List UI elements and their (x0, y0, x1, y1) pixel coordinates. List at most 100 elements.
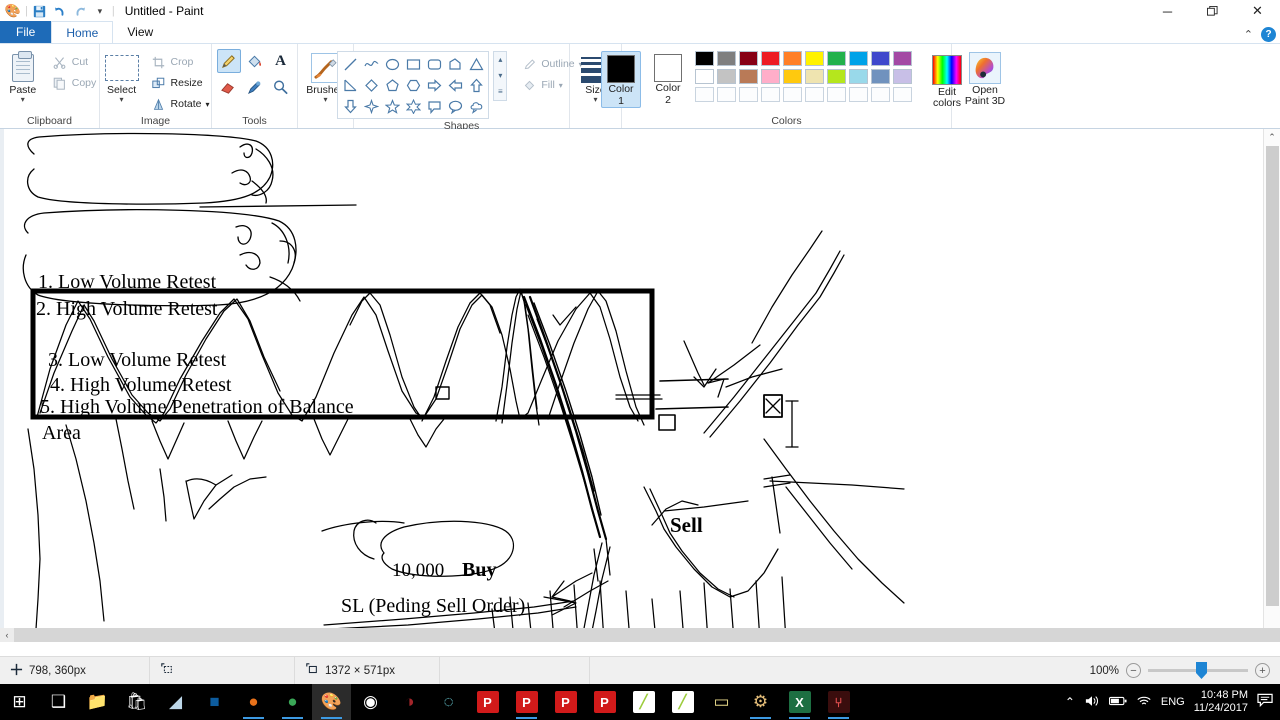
shape-down-arrow[interactable] (340, 96, 360, 116)
palette-swatch-row1-2[interactable] (739, 51, 758, 66)
pdf-reader-icon-1[interactable]: P (468, 684, 507, 720)
shape-rectangle[interactable] (403, 54, 423, 74)
shape-four-point-star[interactable] (361, 96, 381, 116)
color-palette[interactable] (695, 51, 914, 104)
color-1-button[interactable]: Color 1 (601, 51, 641, 108)
tab-file[interactable]: File (0, 21, 52, 43)
palette-swatch-row1-3[interactable] (761, 51, 780, 66)
clock[interactable]: 10:48 PM 11/24/2017 (1194, 689, 1248, 715)
palette-swatch-row2-2[interactable] (739, 69, 758, 84)
vivaldi-icon[interactable]: ◑ (390, 684, 429, 720)
opera-icon[interactable]: ◉ (351, 684, 390, 720)
select-caret-icon[interactable]: ▾ (120, 96, 124, 104)
palette-swatch-row3-3[interactable] (761, 87, 780, 102)
palette-swatch-row1-8[interactable] (871, 51, 890, 66)
canvas-vertical-scrollbar[interactable]: ⌃ ⌄ (1263, 129, 1280, 642)
fill-caret-icon[interactable]: ▾ (559, 81, 563, 90)
rotate-button[interactable]: Rotate ▾ (148, 94, 213, 114)
caldi-icon[interactable]: ■ (195, 684, 234, 720)
zoom-slider-thumb[interactable] (1196, 662, 1207, 679)
palette-swatch-row3-7[interactable] (849, 87, 868, 102)
minimize-button[interactable]: ─ (1145, 0, 1190, 22)
shapes-scroll-down-icon[interactable]: ▾ (494, 68, 506, 84)
save-icon[interactable] (30, 1, 50, 21)
shape-oval[interactable] (382, 54, 402, 74)
vertical-scroll-thumb[interactable] (1266, 146, 1279, 606)
shape-rounded-rectangular-callout[interactable] (424, 96, 444, 116)
color-picker-tool[interactable] (243, 75, 267, 99)
pencil-tool[interactable] (216, 49, 241, 73)
paint-icon[interactable]: 🎨 (312, 684, 351, 720)
shape-rounded-rectangle[interactable] (424, 54, 444, 74)
close-button[interactable]: ✕ (1235, 0, 1280, 22)
shape-triangle[interactable] (466, 54, 486, 74)
maximize-button[interactable] (1190, 0, 1235, 22)
chart-app-icon-1[interactable]: ╱ (624, 684, 663, 720)
palette-swatch-row2-6[interactable] (827, 69, 846, 84)
shape-right-arrow[interactable] (424, 75, 444, 95)
redo-icon[interactable] (70, 1, 90, 21)
shape-line[interactable] (340, 54, 360, 74)
tab-view[interactable]: View (113, 21, 167, 43)
settings-gear-icon[interactable]: ⚙ (741, 684, 780, 720)
paint-app-icon[interactable]: 🎨 (3, 1, 23, 21)
palette-swatch-row3-9[interactable] (893, 87, 912, 102)
shape-oval-callout[interactable] (445, 96, 465, 116)
zoom-out-button[interactable]: − (1126, 663, 1141, 678)
show-hidden-icons-icon[interactable]: ⌃ (1065, 695, 1075, 709)
task-view-button[interactable]: ❑ (39, 684, 78, 720)
zoom-slider[interactable] (1148, 662, 1248, 679)
fill-with-color-tool[interactable] (243, 49, 267, 73)
file-explorer-icon[interactable]: 📁 (78, 684, 117, 720)
shape-left-arrow[interactable] (445, 75, 465, 95)
palette-swatch-row3-5[interactable] (805, 87, 824, 102)
palette-swatch-row1-9[interactable] (893, 51, 912, 66)
sticky-notes-icon[interactable]: ▭ (702, 684, 741, 720)
shapes-scroll-up-icon[interactable]: ▴ (494, 52, 506, 68)
palette-swatch-row1-1[interactable] (717, 51, 736, 66)
shape-hexagon[interactable] (403, 75, 423, 95)
shape-diamond[interactable] (361, 75, 381, 95)
volume-icon[interactable] (1084, 694, 1100, 711)
palette-swatch-row2-5[interactable] (805, 69, 824, 84)
paste-caret-icon[interactable]: ▾ (21, 96, 25, 104)
scroll-up-icon[interactable]: ⌃ (1264, 129, 1280, 146)
google-chrome-icon[interactable]: ● (273, 684, 312, 720)
paste-button[interactable]: Paste ▾ (0, 49, 46, 104)
text-tool[interactable]: A (269, 49, 293, 73)
cut-button[interactable]: Cut (49, 52, 100, 72)
color-2-button[interactable]: Color 2 (649, 51, 687, 106)
palette-swatch-row3-8[interactable] (871, 87, 890, 102)
shape-right-triangle[interactable] (340, 75, 360, 95)
magnifier-tool[interactable] (269, 75, 293, 99)
pdf-reader-icon-4[interactable]: P (585, 684, 624, 720)
select-button[interactable]: Select ▾ (99, 49, 145, 104)
scroll-left-icon[interactable]: ‹ (0, 628, 14, 642)
rotate-caret-icon[interactable]: ▾ (205, 100, 209, 109)
adobe-acrobat-icon[interactable]: ⑂ (819, 684, 858, 720)
shapes-scrollbar[interactable]: ▴ ▾ ≡ (493, 51, 508, 101)
undo-icon[interactable] (50, 1, 70, 21)
firefox-icon[interactable]: ● (234, 684, 273, 720)
palette-swatch-row3-2[interactable] (739, 87, 758, 102)
drawing-canvas[interactable]: 1. Low Volume Retest 2. High Volume Rete… (4, 129, 1252, 642)
shape-polygon[interactable] (445, 54, 465, 74)
collapse-ribbon-icon[interactable]: ⌃ (1244, 28, 1253, 41)
palette-swatch-row1-0[interactable] (695, 51, 714, 66)
palette-swatch-row1-5[interactable] (805, 51, 824, 66)
palette-swatch-row3-4[interactable] (783, 87, 802, 102)
crop-button[interactable]: Crop (148, 52, 213, 72)
palette-swatch-row2-1[interactable] (717, 69, 736, 84)
open-paint-3d-button[interactable]: Open Paint 3D (955, 49, 1015, 107)
palette-swatch-row2-8[interactable] (871, 69, 890, 84)
palette-swatch-row2-9[interactable] (893, 69, 912, 84)
zoom-in-button[interactable]: + (1255, 663, 1270, 678)
help-icon[interactable]: ? (1261, 27, 1276, 42)
tab-home[interactable]: Home (51, 21, 114, 43)
language-indicator[interactable]: ENG (1161, 696, 1185, 708)
eraser-tool[interactable] (217, 75, 241, 99)
shape-up-arrow[interactable] (466, 75, 486, 95)
shape-cloud-callout[interactable] (466, 96, 486, 116)
palette-swatch-row2-7[interactable] (849, 69, 868, 84)
palette-swatch-row3-6[interactable] (827, 87, 846, 102)
